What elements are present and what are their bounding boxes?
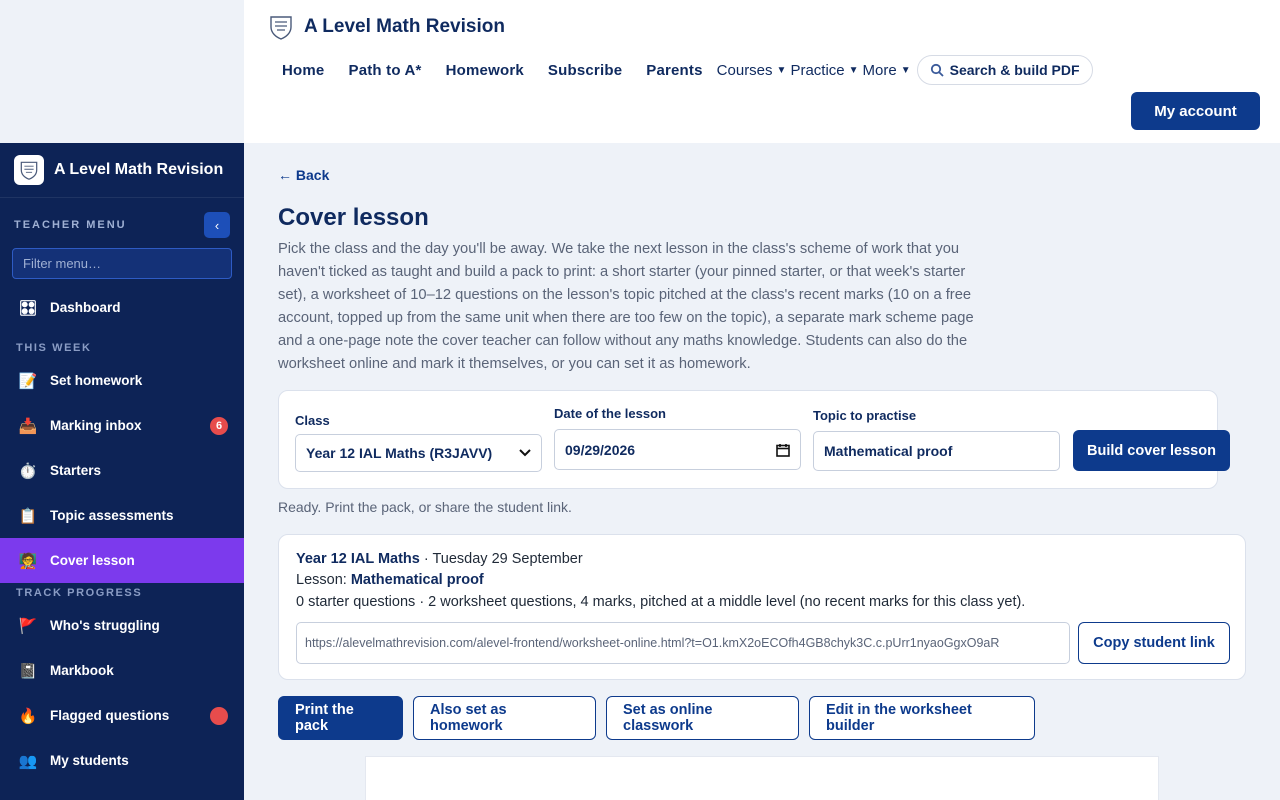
main-nav: Home Path to A* Homework Subscribe Paren… [282,54,1093,86]
result-summary: 0 starter questions · 2 worksheet questi… [296,594,1026,610]
result-card: Year 12 IAL Maths · Tuesday 29 September… [278,534,1246,680]
search-icon [930,63,944,77]
caret-down-icon: ▼ [776,64,787,76]
sidebar-title: A Level Math Revision [54,161,224,178]
calendar-icon[interactable] [776,443,790,457]
nav-courses-dropdown[interactable]: Courses ▼ [717,62,787,79]
teacher-icon: 🧑‍🏫 [18,552,38,570]
teacher-sidebar: A Level Math Revision TEACHER MENU ‹ Fil… [0,143,244,800]
student-link-field[interactable]: https://alevelmathrevision.com/alevel-fr… [296,622,1070,664]
date-label: Date of the lesson [554,406,666,421]
sidebar-item-whos-struggling[interactable]: 🚩 Who's struggling [0,603,244,648]
result-date: · Tuesday 29 September [419,551,583,567]
flag-icon: 🚩 [18,617,38,635]
sidebar-item-cover-lesson[interactable]: 🧑‍🏫 Cover lesson [0,538,244,583]
notebook-icon: 📓 [18,662,38,680]
my-account-button[interactable]: My account [1131,92,1260,130]
caret-down-icon: ▼ [848,64,859,76]
class-label: Class [295,413,330,428]
sidebar-item-topic-assessments[interactable]: 📋 Topic assessments [0,493,244,538]
nav-subscribe[interactable]: Subscribe [548,62,622,79]
section-this-week: THIS WEEK [16,342,92,354]
sidebar-item-dashboard[interactable]: 🎛 Dashboard [0,285,244,330]
brand[interactable]: A Level Math Revision [268,14,505,40]
intro-text: Pick the class and the day you'll be awa… [278,241,974,372]
class-select[interactable]: Year 12 IAL Maths (R3JAVV) [295,434,542,472]
sidebar-menu-header: TEACHER MENU ‹ [0,198,244,242]
clipboard-icon: 📋 [18,507,38,525]
caret-down-icon: ▼ [900,64,911,76]
nav-more-dropdown[interactable]: More ▼ [863,62,911,79]
sidebar-item-markbook[interactable]: 📓 Markbook [0,648,244,693]
page-title: Cover lesson [278,204,429,231]
set-homework-button[interactable]: Also set as homework [413,696,596,740]
cover-lesson-form: Class Year 12 IAL Maths (R3JAVV) Date of… [278,390,1230,489]
build-cover-lesson-button[interactable]: Build cover lesson [1073,430,1230,471]
topic-label: Topic to practise [813,408,917,423]
nav-homework[interactable]: Homework [446,62,524,79]
copy-student-link-button[interactable]: Copy student link [1078,622,1230,664]
status-message: Ready. Print the pack, or share the stud… [278,499,572,515]
sidebar-item-starters[interactable]: ⏱️ Starters [0,448,244,493]
print-pack-button[interactable]: Print the pack [278,696,403,740]
collapse-sidebar-button[interactable]: ‹ [204,212,230,238]
sidebar-item-marking-inbox[interactable]: 📥 Marking inbox 6 [0,403,244,448]
notification-dot [210,706,228,725]
section-track-progress: TRACK PROGRESS [16,587,143,599]
crest-icon [270,16,292,40]
nav-practice-dropdown[interactable]: Practice ▼ [790,62,858,79]
marking-count-badge: 6 [210,416,228,435]
set-online-classwork-button[interactable]: Set as online classwork [606,696,799,740]
lesson-date-input[interactable]: 09/29/2026 [554,429,801,470]
inbox-icon: 📥 [18,417,38,435]
result-class-date: Year 12 IAL Maths · Tuesday 29 September [296,551,583,567]
result-lesson-name: Mathematical proof [350,572,484,588]
fire-icon: 🔥 [18,707,38,725]
people-icon: 👥 [18,752,38,770]
stopwatch-icon: ⏱️ [18,462,38,480]
nav-path-to-a-star[interactable]: Path to A* [348,62,421,79]
sidebar-item-my-students[interactable]: 👥 My students [0,738,244,783]
sidebar-brand[interactable]: A Level Math Revision [0,143,244,198]
nav-parents[interactable]: Parents [646,62,702,79]
search-build-pdf-button[interactable]: Search & build PDF [916,55,1093,85]
top-header: A Level Math Revision Home Path to A* Ho… [244,0,1280,143]
action-buttons: Print the pack Also set as homework Set … [278,696,1035,740]
result-class-name: Year 12 IAL Maths [296,551,420,567]
back-link[interactable]: ← Back [278,167,329,183]
teacher-menu-label: TEACHER MENU [14,219,127,231]
topbar-spacer [0,0,244,143]
edit-worksheet-builder-button[interactable]: Edit in the worksheet builder [809,696,1035,740]
crest-icon [14,155,44,185]
memo-icon: 📝 [18,372,38,390]
nav-home[interactable]: Home [282,62,324,79]
result-lesson: Lesson: Mathematical proof [296,572,484,588]
sidebar-item-set-homework[interactable]: 📝 Set homework [0,358,244,403]
site-title: A Level Math Revision [304,16,505,37]
dashboard-icon: 🎛 [18,299,38,317]
sidebar-item-flagged-questions[interactable]: 🔥 Flagged questions [0,693,244,738]
chevron-down-icon [519,449,531,457]
pack-preview [365,756,1159,800]
filter-menu-input[interactable]: Filter menu… [12,248,232,279]
topic-input[interactable]: Mathematical proof [813,431,1060,471]
